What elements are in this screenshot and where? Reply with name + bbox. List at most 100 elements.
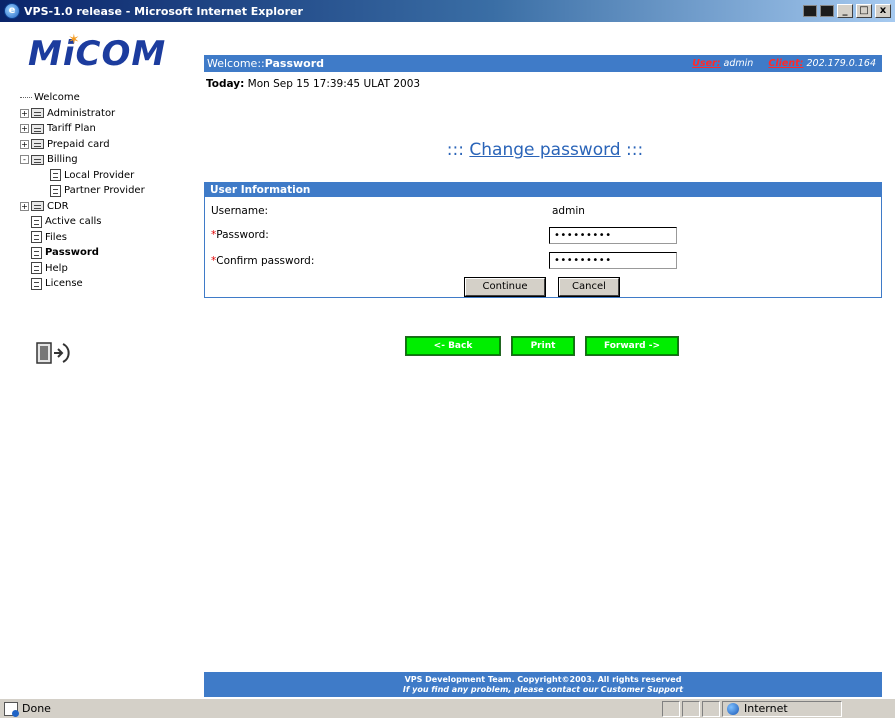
nav-item-label: Password — [45, 247, 99, 259]
left-navigation: MiCOM ✶ Welcome + Administrator + Tariff… — [0, 22, 200, 697]
page-footer: VPS Development Team. Copyright©2003. Al… — [204, 672, 882, 697]
username-value: admin — [552, 205, 585, 217]
expand-icon[interactable]: + — [20, 124, 29, 134]
window-controls: _ □ x — [803, 4, 891, 18]
nav-item-label: Active calls — [45, 216, 102, 228]
session-info: User: admin Client: 202.179.0.164 — [692, 58, 882, 69]
status-cell — [702, 700, 720, 717]
user-value: admin — [723, 58, 754, 69]
password-field[interactable]: ••••••••• — [549, 227, 677, 244]
document-icon — [50, 184, 61, 197]
expand-icon[interactable]: + — [20, 108, 29, 118]
confirm-password-label-text: Confirm password: — [216, 255, 315, 267]
micom-logo: MiCOM ✶ — [28, 32, 167, 74]
nav-item-partner-provider[interactable]: Partner Provider — [20, 183, 145, 199]
status-cell — [682, 700, 700, 717]
page-title: ::: Change password ::: — [206, 140, 884, 160]
window-titlebar: e VPS-1.0 release - Microsoft Internet E… — [0, 0, 895, 22]
password-label-text: Password: — [216, 229, 269, 241]
internet-globe-icon — [727, 702, 739, 715]
footer-copyright: VPS Development Team. Copyright©2003. Al… — [404, 675, 682, 684]
forward-button[interactable]: Forward -> — [585, 336, 679, 356]
logo-text: MiCOM — [28, 34, 167, 74]
status-text: Done — [22, 702, 51, 715]
zone-label: Internet — [744, 702, 788, 715]
folder-icon — [31, 108, 44, 119]
tray-icon — [820, 5, 834, 17]
nav-item-label: Welcome — [34, 92, 80, 104]
nav-item-tariff-plan[interactable]: + Tariff Plan — [20, 121, 145, 137]
folder-icon — [31, 139, 44, 150]
tray-icon — [803, 5, 817, 17]
cancel-button[interactable]: Cancel — [558, 277, 620, 297]
document-icon — [31, 246, 42, 259]
back-button[interactable]: <- Back — [405, 336, 501, 356]
nav-item-prepaid-card[interactable]: + Prepaid card — [20, 137, 145, 153]
nav-item-label: Tariff Plan — [47, 123, 96, 135]
today-line: Today: Mon Sep 15 17:39:45 ULAT 2003 — [206, 78, 420, 90]
document-icon — [31, 262, 42, 275]
nav-item-password[interactable]: Password — [20, 245, 145, 261]
nav-item-help[interactable]: Help — [20, 261, 145, 277]
restore-button[interactable]: □ — [856, 4, 872, 18]
nav-tree: Welcome + Administrator + Tariff Plan + … — [20, 90, 145, 292]
welcome-prefix: Welcome:: — [207, 57, 265, 70]
logout-icon[interactable] — [34, 340, 70, 366]
folder-icon — [31, 201, 44, 212]
user-label: User: — [692, 58, 721, 69]
nav-item-label: Files — [45, 231, 67, 243]
password-label: *Password: — [211, 229, 269, 241]
title-suffix: ::: — [626, 140, 644, 160]
nav-item-administrator[interactable]: + Administrator — [20, 106, 145, 122]
ie-icon: e — [4, 3, 20, 19]
print-button[interactable]: Print — [511, 336, 575, 356]
client-label: Client: — [768, 58, 804, 69]
nav-item-label: Local Provider — [64, 169, 135, 181]
today-label: Today: — [206, 78, 245, 90]
security-zone: Internet — [722, 700, 842, 717]
minimize-button[interactable]: _ — [837, 4, 853, 18]
username-label: Username: — [211, 205, 268, 217]
nav-item-label: Help — [45, 262, 68, 274]
status-left: Done — [0, 701, 660, 717]
confirm-password-label: *Confirm password: — [211, 255, 314, 267]
username-label-text: Username: — [211, 205, 269, 217]
folder-open-icon — [31, 154, 44, 165]
today-value: Mon Sep 15 17:39:45 ULAT 2003 — [247, 78, 421, 90]
close-button[interactable]: x — [875, 4, 891, 18]
document-icon — [31, 277, 42, 290]
user-information-form: User Information Username: admin *Passwo… — [204, 182, 882, 298]
document-icon — [31, 215, 42, 228]
change-password-link[interactable]: Change password — [469, 140, 620, 160]
status-cell — [662, 700, 680, 717]
nav-item-label: CDR — [47, 200, 69, 212]
nav-item-label: Administrator — [47, 107, 116, 119]
nav-item-license[interactable]: License — [20, 276, 145, 292]
nav-item-label: Partner Provider — [64, 185, 145, 197]
client-value: 202.179.0.164 — [806, 58, 876, 69]
welcome-breadcrumb: Welcome::Password — [207, 57, 324, 70]
nav-item-cdr[interactable]: + CDR — [20, 199, 145, 215]
collapse-icon[interactable]: - — [20, 155, 29, 165]
title-prefix: ::: — [446, 140, 464, 160]
nav-item-billing[interactable]: - Billing — [20, 152, 145, 168]
nav-item-label: Billing — [47, 154, 78, 166]
document-icon — [31, 231, 42, 244]
page-done-icon — [4, 701, 19, 717]
nav-item-label: Prepaid card — [47, 138, 110, 150]
nav-item-local-provider[interactable]: Local Provider — [20, 168, 145, 184]
nav-item-active-calls[interactable]: Active calls — [20, 214, 145, 230]
page-header-bar: Welcome::Password User: admin Client: 20… — [204, 55, 882, 72]
expand-icon[interactable]: + — [20, 139, 29, 149]
nav-item-files[interactable]: Files — [20, 230, 145, 246]
form-section-title: User Information — [205, 183, 881, 197]
confirm-password-field[interactable]: ••••••••• — [549, 252, 677, 269]
continue-button[interactable]: Continue — [464, 277, 546, 297]
current-page-name: Password — [264, 57, 325, 70]
browser-status-bar: Done Internet — [0, 698, 895, 718]
document-icon — [50, 169, 61, 182]
tree-connector — [20, 97, 32, 99]
expand-icon[interactable]: + — [20, 201, 29, 211]
footer-support: If you find any problem, please contact … — [402, 685, 684, 694]
nav-item-welcome[interactable]: Welcome — [20, 90, 145, 106]
